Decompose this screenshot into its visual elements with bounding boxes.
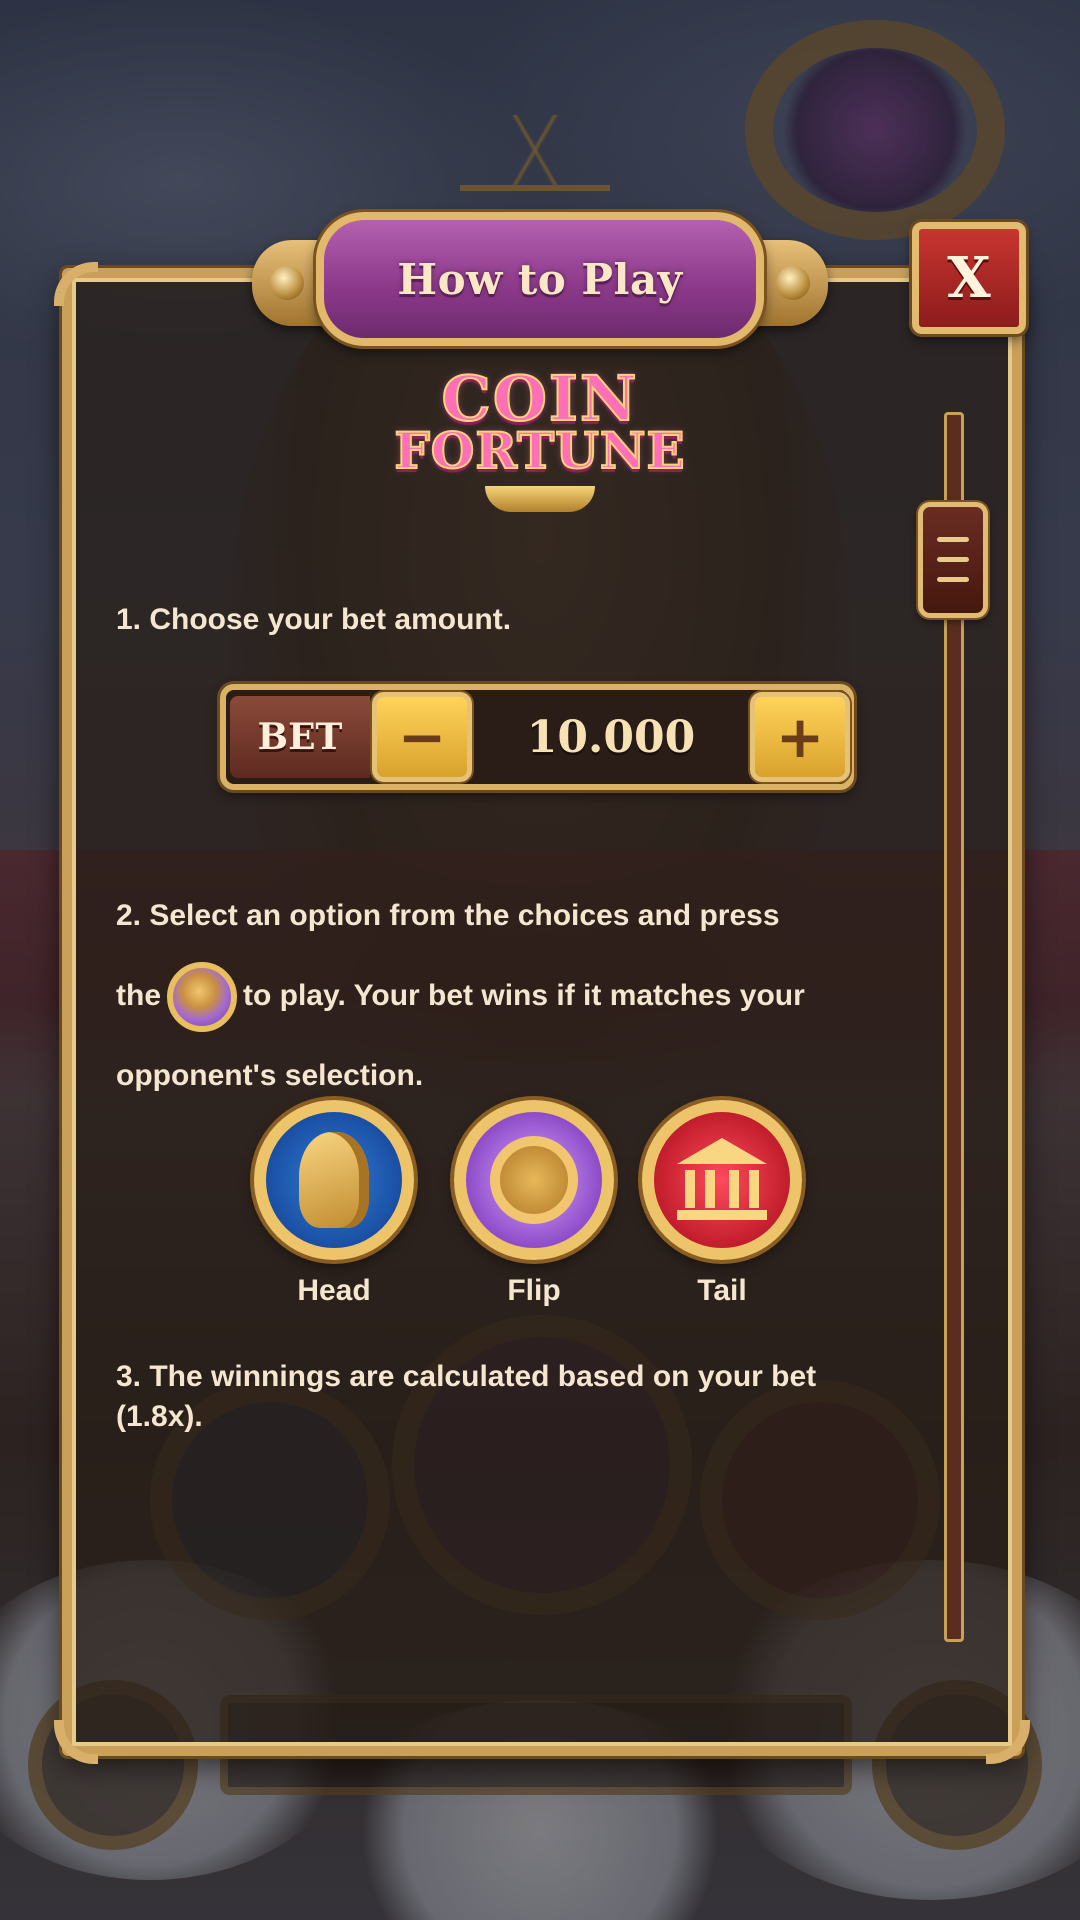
- scrollbar-thumb[interactable]: [918, 502, 988, 618]
- option-head: Head: [252, 1100, 416, 1308]
- flip-coin-icon: [454, 1100, 614, 1260]
- title-banner: How to Play: [316, 212, 764, 346]
- step-2-text: 2. Select an option from the choices and…: [116, 876, 856, 1116]
- bet-label: BET: [230, 696, 370, 778]
- logo-line-2: FORTUNE: [393, 421, 686, 480]
- modal-title: How to Play: [397, 254, 683, 304]
- option-tail-label: Tail: [697, 1274, 747, 1307]
- close-button[interactable]: X: [912, 222, 1026, 334]
- flip-coin-icon: [167, 962, 237, 1033]
- step-3-text: 3. The winnings are calculated based on …: [116, 1360, 817, 1433]
- option-flip-label: Flip: [507, 1274, 561, 1307]
- close-icon: X: [947, 245, 991, 311]
- logo-laurel-icon: [485, 486, 595, 512]
- minus-icon: −: [397, 703, 447, 771]
- bet-control: BET − 10.000 +: [220, 684, 854, 790]
- bet-decrease-button[interactable]: −: [372, 692, 472, 782]
- tail-coin-icon: [642, 1100, 802, 1260]
- step-2-end: opponent's selection.: [116, 1059, 424, 1092]
- title-stud-icon: [776, 266, 810, 300]
- game-logo: COIN FORTUNE: [390, 367, 690, 514]
- head-coin-icon: [254, 1100, 414, 1260]
- title-stud-icon: [270, 266, 304, 300]
- step-2-after: to play. Your bet wins if it matches you…: [243, 979, 805, 1012]
- bet-increase-button[interactable]: +: [750, 692, 850, 782]
- option-tail: Tail: [640, 1100, 804, 1308]
- step-2-before: the: [116, 979, 161, 1012]
- option-flip: Flip: [452, 1100, 616, 1308]
- plus-icon: +: [775, 703, 825, 771]
- bet-amount: 10.000: [526, 711, 696, 763]
- step-1-text: 1. Choose your bet amount.: [116, 603, 512, 636]
- step-2-intro: 2. Select an option from the choices and…: [116, 899, 780, 932]
- option-head-label: Head: [297, 1274, 371, 1307]
